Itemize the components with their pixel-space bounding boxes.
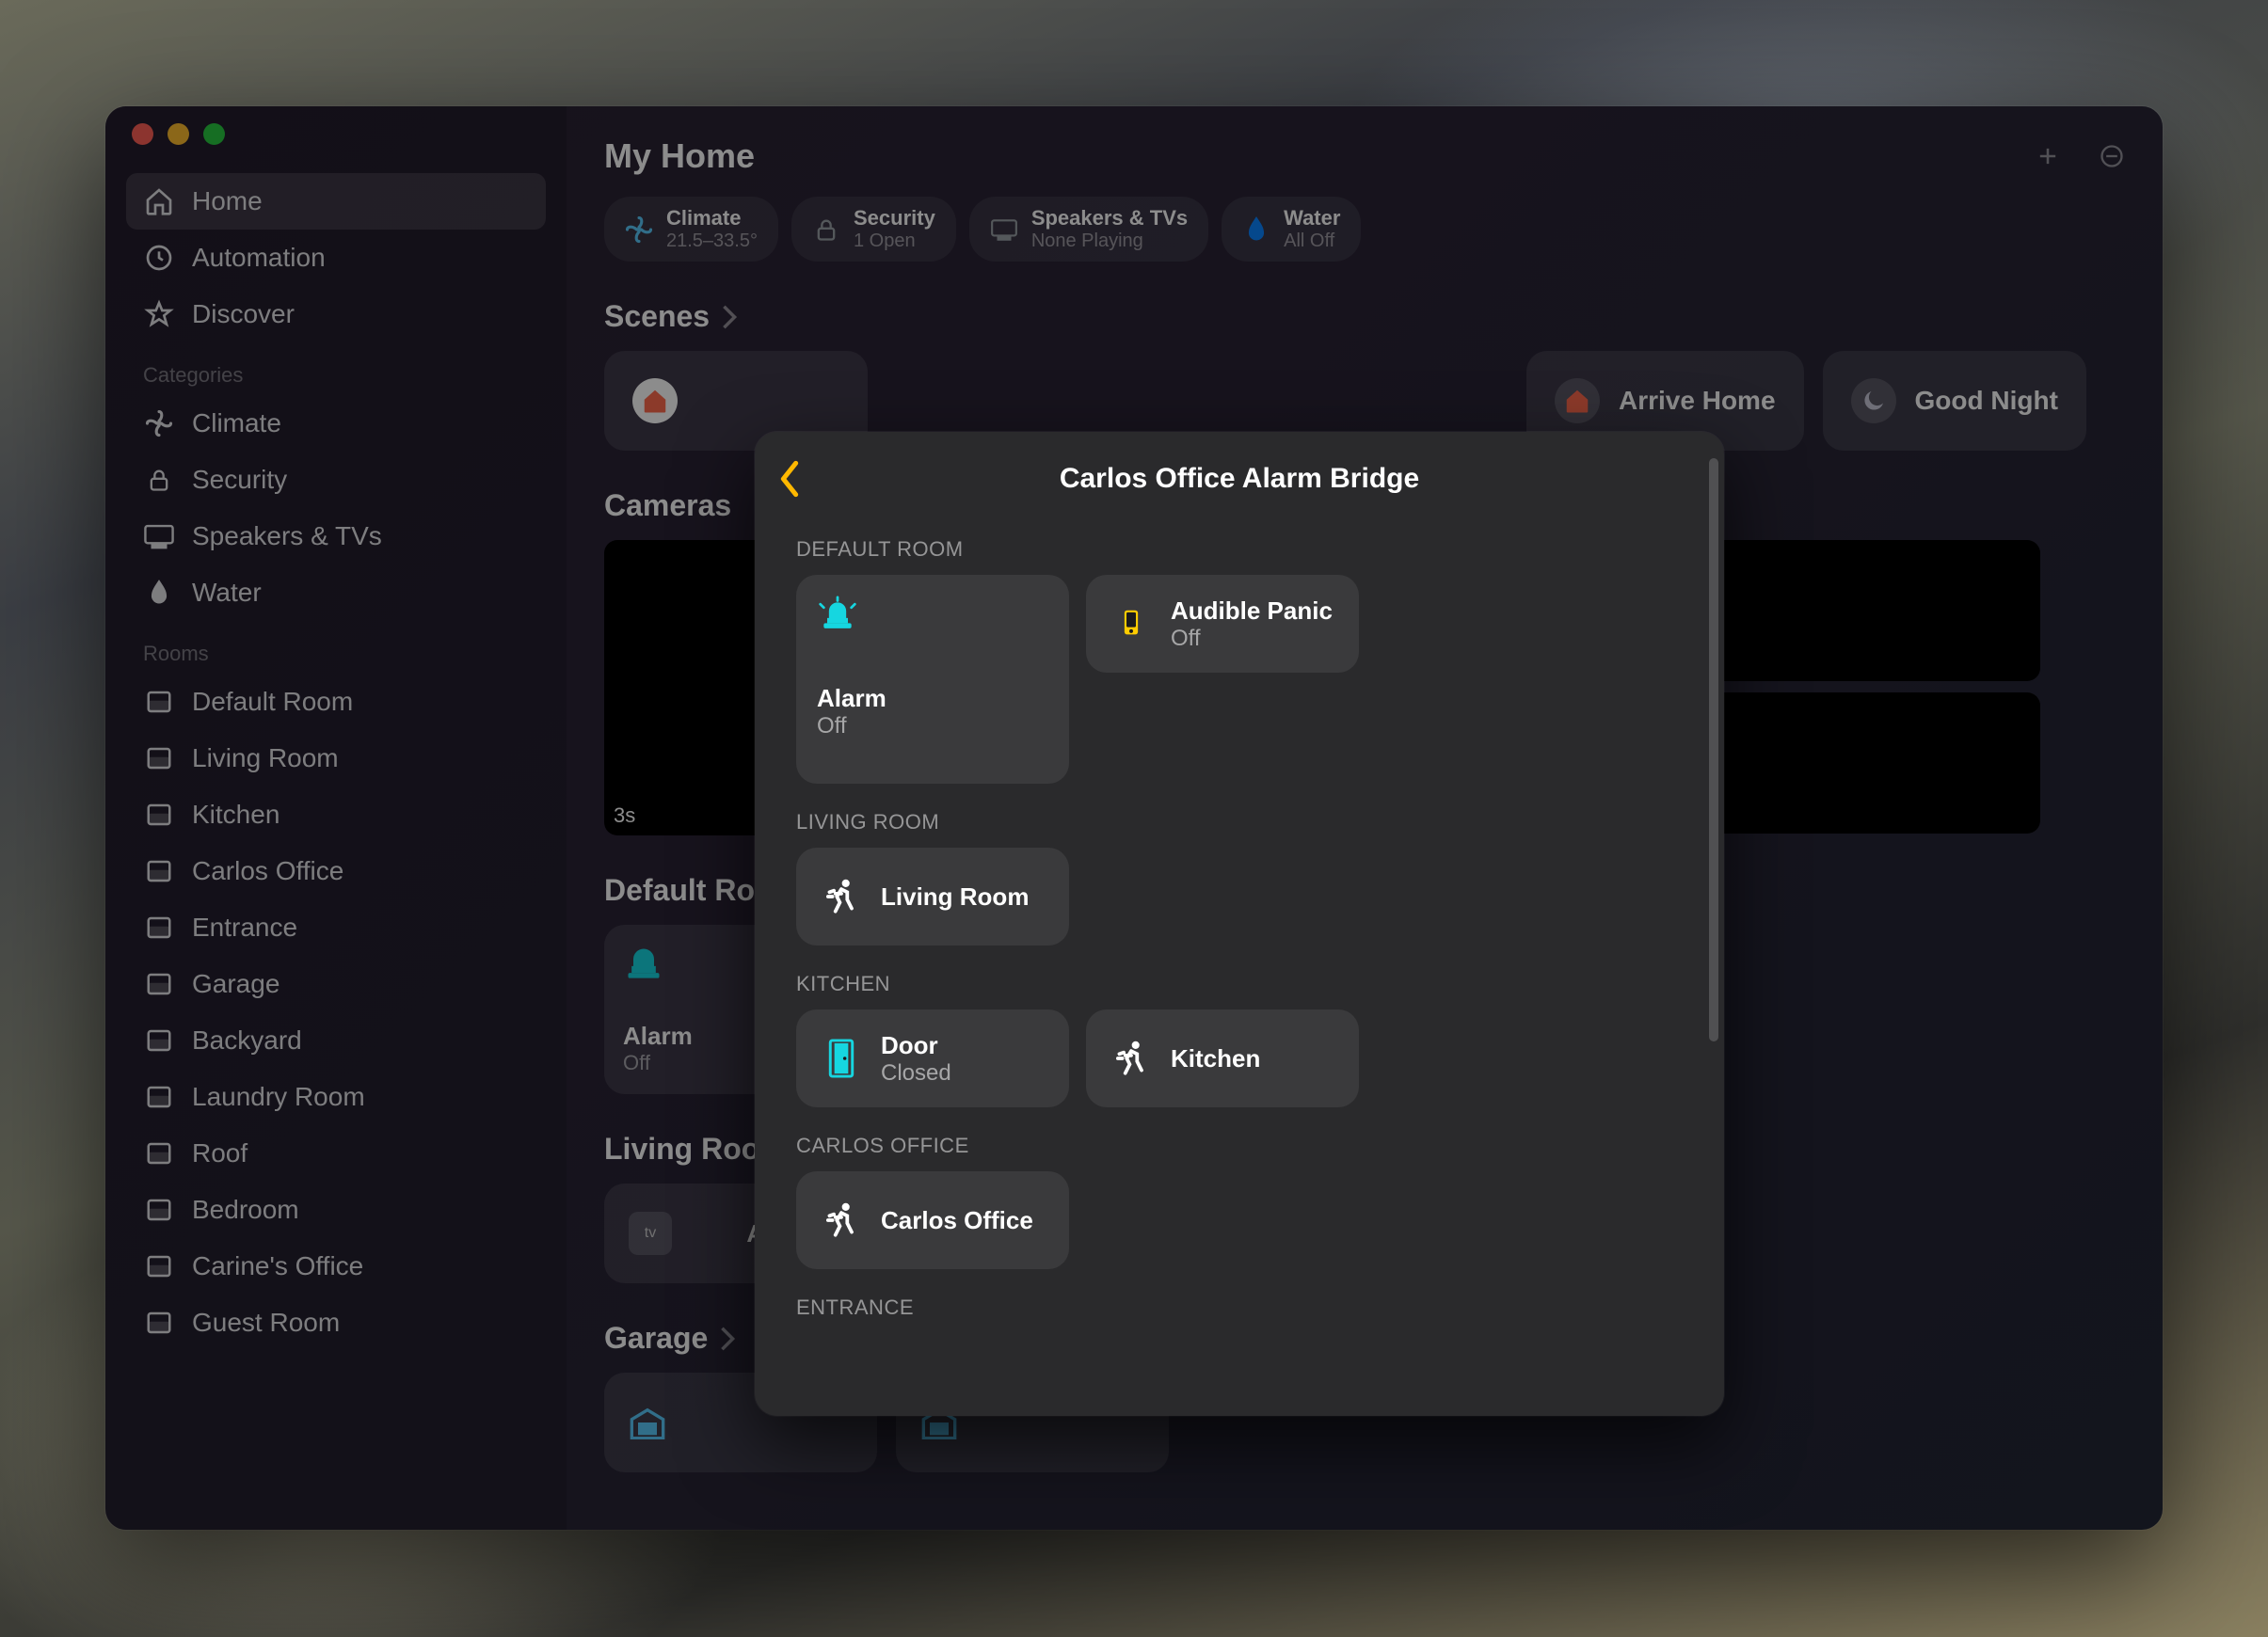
card-label: Audible Panic bbox=[1171, 596, 1333, 626]
accessory-card-kitchen[interactable]: Kitchen bbox=[1086, 1009, 1359, 1107]
motion-icon bbox=[1110, 1038, 1152, 1079]
door-icon bbox=[821, 1038, 862, 1079]
group-label: ENTRANCE bbox=[796, 1295, 1683, 1320]
accessory-card-audible-panic[interactable]: Audible PanicOff bbox=[1086, 575, 1359, 673]
group-label: CARLOS OFFICE bbox=[796, 1134, 1683, 1158]
motion-icon bbox=[821, 876, 862, 917]
card-label: Kitchen bbox=[1171, 1044, 1260, 1073]
card-label: Living Room bbox=[881, 882, 1029, 912]
modal-scrollbar[interactable] bbox=[1709, 458, 1718, 1248]
card-subtitle: Closed bbox=[881, 1060, 951, 1087]
card-label: Carlos Office bbox=[881, 1206, 1033, 1235]
card-subtitle: Off bbox=[817, 713, 1048, 739]
accessory-card-door[interactable]: DoorClosed bbox=[796, 1009, 1069, 1107]
modal-title: Carlos Office Alarm Bridge bbox=[1060, 463, 1419, 495]
card-label: Door bbox=[881, 1031, 951, 1060]
accessory-modal: Carlos Office Alarm Bridge DEFAULT ROOM A… bbox=[755, 432, 1724, 1416]
accessory-card-living-room[interactable]: Living Room bbox=[796, 848, 1069, 946]
back-button[interactable] bbox=[777, 460, 802, 498]
accessory-card-carlos-office[interactable]: Carlos Office bbox=[796, 1171, 1069, 1269]
card-label: Alarm bbox=[817, 684, 1048, 713]
group-label: KITCHEN bbox=[796, 972, 1683, 996]
panic-icon bbox=[1110, 603, 1152, 644]
motion-icon bbox=[821, 1200, 862, 1241]
group-label: DEFAULT ROOM bbox=[796, 537, 1683, 562]
accessory-card-alarm[interactable]: AlarmOff bbox=[796, 575, 1069, 784]
card-subtitle: Off bbox=[1171, 626, 1333, 652]
group-label: LIVING ROOM bbox=[796, 810, 1683, 834]
app-window: HomeAutomationDiscover Categories Climat… bbox=[105, 106, 2163, 1530]
alarm-icon bbox=[817, 596, 858, 637]
